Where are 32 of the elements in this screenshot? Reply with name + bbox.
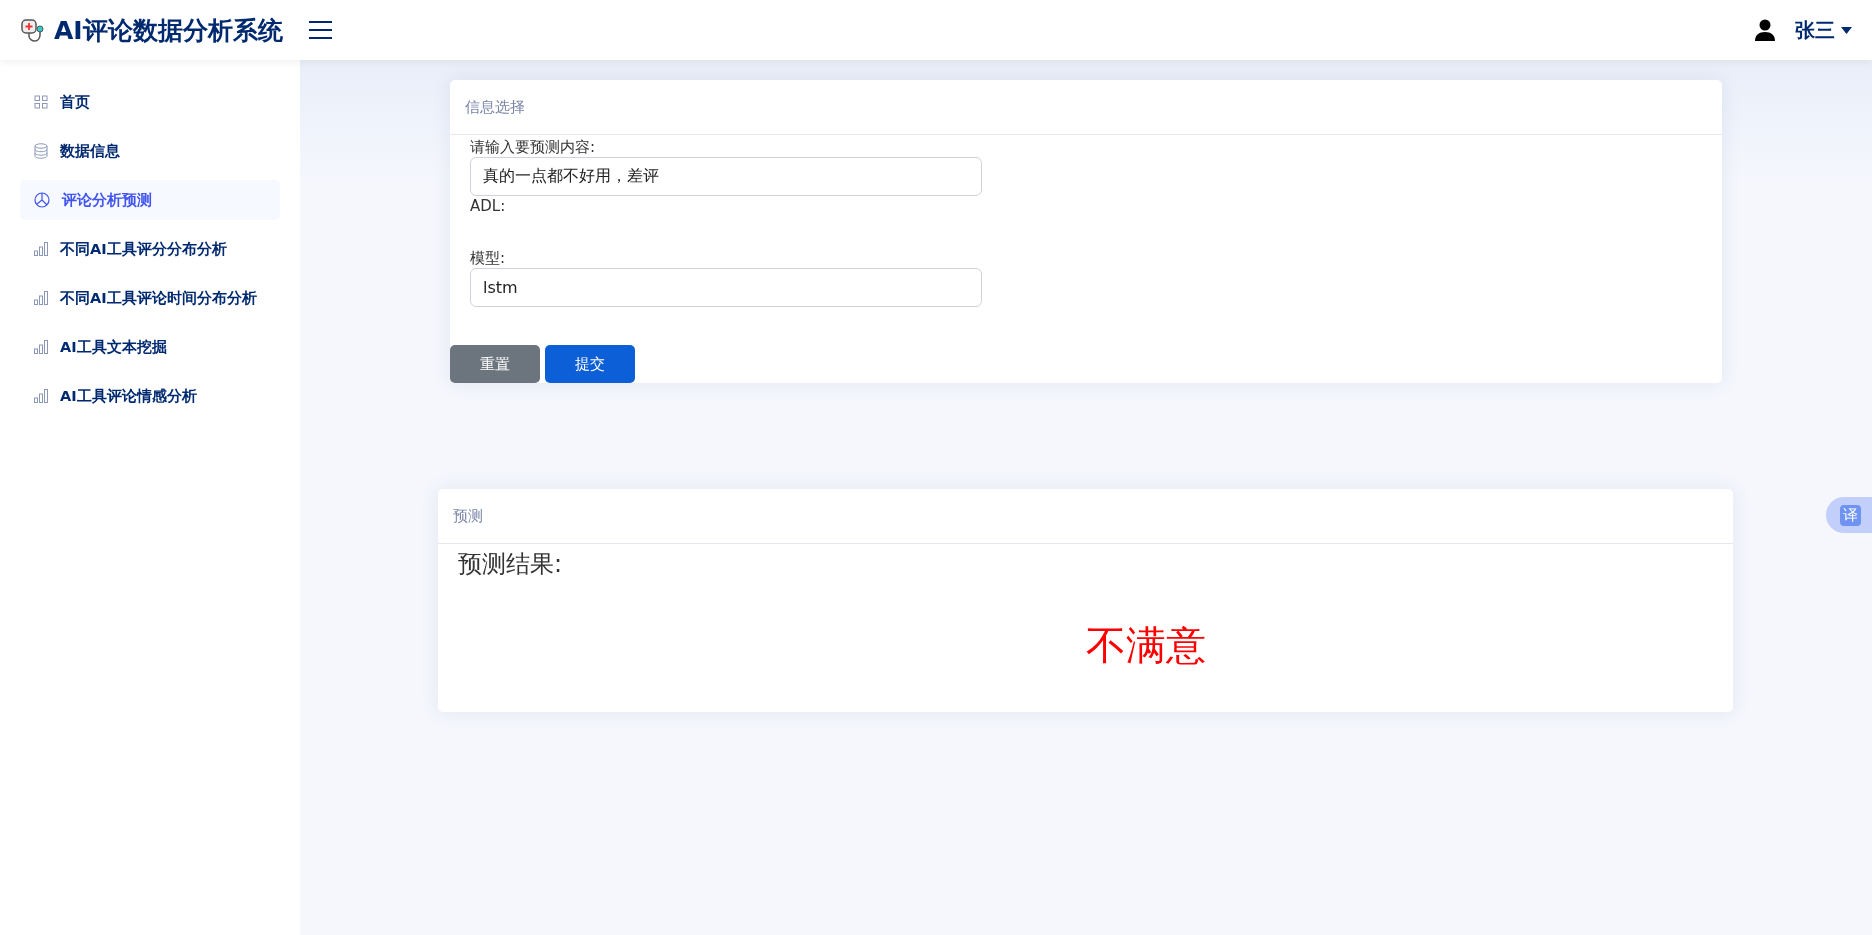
sidebar-item[interactable]: 不同AI工具评论时间分布分析 (20, 278, 280, 318)
sidebar-item[interactable]: 首页 (20, 82, 280, 122)
input-field[interactable]: 真的一点都不好用，差评 (470, 157, 982, 196)
sidebar-item[interactable]: 不同AI工具评分分布分析 (20, 229, 280, 269)
user-icon (1755, 19, 1775, 41)
input-field[interactable]: lstm (470, 268, 982, 307)
sidebar-item[interactable]: 数据信息 (20, 131, 280, 171)
menu-icon (308, 21, 332, 39)
bar-chart-icon (34, 340, 48, 354)
pie-chart-icon (34, 192, 50, 208)
field-label: ADL: (470, 197, 506, 215)
user-menu[interactable]: 张三 (1755, 16, 1852, 44)
sidebar-item[interactable]: AI工具评论情感分析 (20, 376, 280, 416)
database-icon (34, 143, 48, 159)
sidebar-item[interactable]: AI工具文本挖掘 (20, 327, 280, 367)
grid-icon (34, 95, 48, 109)
card-title: 预测 (453, 506, 483, 526)
submit-button[interactable]: 提交 (545, 345, 635, 383)
sidebar-item[interactable]: 评论分析预测 (20, 180, 280, 220)
card-title: 信息选择 (465, 97, 525, 117)
caret-icon (1841, 26, 1852, 34)
app-title: AI评论数据分析系统 (54, 14, 283, 47)
menu-button[interactable] (308, 21, 332, 39)
stethoscope-icon (20, 17, 46, 43)
field-label: 请输入要预测内容: (470, 137, 597, 157)
bar-chart-icon (34, 389, 48, 403)
bar-chart-icon (34, 242, 48, 256)
prediction-result: 不满意 (1085, 621, 1206, 670)
result-heading: 预测结果: (458, 549, 564, 580)
field-label: 模型: (470, 248, 507, 268)
bar-chart-icon (34, 291, 48, 305)
reset-button[interactable]: 重置 (450, 345, 540, 383)
